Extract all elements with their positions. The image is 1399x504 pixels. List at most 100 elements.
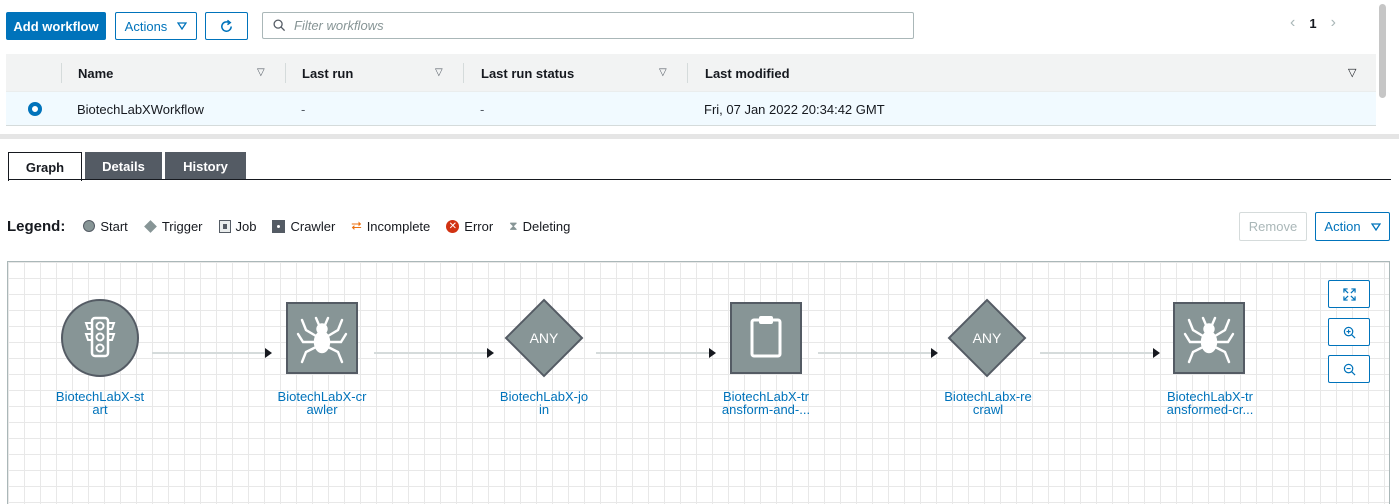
sort-icon[interactable]: ▽ (257, 67, 265, 78)
graph-edge (152, 348, 272, 358)
legend-item-crawler: Crawler (272, 219, 335, 234)
row-select-radio[interactable] (28, 102, 42, 116)
graph-node-trigger[interactable]: ANY (947, 298, 1027, 378)
pagination: ‹ 1 › (1290, 14, 1336, 32)
zoom-in-icon (1343, 326, 1355, 338)
tab-graph[interactable]: Graph (8, 152, 82, 181)
graph-node-job[interactable] (726, 298, 806, 378)
filter-workflows-search[interactable] (262, 12, 914, 39)
hourglass-icon: ⧗ (509, 218, 518, 233)
graph-node-label[interactable]: BiotechLabX-st art (45, 390, 155, 416)
column-separator (61, 63, 62, 83)
actions-dropdown-button[interactable]: Actions (115, 12, 197, 40)
legend-item-start: Start (83, 218, 128, 234)
legend-label: Incomplete (366, 218, 431, 234)
graph-node-start[interactable] (60, 298, 140, 378)
graph-node-label[interactable]: BiotechLabX-jo in (489, 390, 599, 416)
column-header-label: Last modified (705, 65, 790, 81)
error-icon: ✕ (446, 219, 460, 233)
legend-label: Error (464, 218, 494, 234)
zoom-out-icon (1343, 363, 1355, 375)
legend-item-trigger: Trigger (143, 218, 203, 234)
trigger-condition-text: ANY (529, 330, 559, 346)
next-page-icon[interactable]: › (1331, 14, 1336, 32)
spider-icon (1173, 302, 1245, 374)
action-dropdown-button[interactable]: Action (1315, 212, 1390, 241)
column-header-last-modified[interactable]: Last modified (705, 54, 790, 92)
incomplete-icon: ⮂ (351, 218, 362, 233)
graph-node-label[interactable]: BiotechLabX-tr ansformed-cr... (1155, 390, 1265, 416)
start-icon (83, 220, 96, 232)
column-header-label: Name (78, 65, 114, 81)
current-page-number[interactable]: 1 (1309, 16, 1316, 31)
trigger-icon (143, 219, 157, 233)
caret-down-icon (177, 22, 188, 30)
job-icon (218, 219, 231, 233)
graph-node-label[interactable]: BiotechLabx-re crawl (933, 390, 1043, 416)
legend-item-job: Job (218, 219, 256, 234)
legend-item-incomplete: ⮂ Incomplete (351, 218, 430, 234)
tab-underline (8, 179, 1391, 180)
spider-icon (286, 302, 358, 374)
tab-details[interactable]: Details (85, 152, 162, 180)
table-row[interactable]: BiotechLabXWorkflow - - Fri, 07 Jan 2022… (6, 92, 1376, 126)
refresh-button[interactable] (205, 12, 248, 40)
action-label: Action (1324, 219, 1361, 234)
graph-legend: Legend: Start Trigger Job Crawler ⮂ Inco… (7, 216, 586, 236)
previous-page-icon[interactable]: ‹ (1290, 14, 1295, 32)
graph-node-label[interactable]: BiotechLabX-tr ansform-and-... (711, 390, 821, 416)
crawler-icon (272, 219, 286, 233)
cell-last-modified: Fri, 07 Jan 2022 20:34:42 GMT (704, 101, 885, 117)
expand-icon (1342, 287, 1356, 301)
column-header-last-run-status[interactable]: Last run status (481, 54, 574, 92)
zoom-in-button[interactable] (1328, 318, 1370, 346)
graph-edge (818, 348, 938, 358)
column-header-name[interactable]: Name (78, 54, 113, 92)
workflow-toolbar: Add workflow Actions ‹ 1 › (0, 0, 1399, 50)
clipboard-icon (730, 302, 802, 374)
node-label-line: awler (306, 402, 338, 417)
refresh-icon (221, 19, 232, 32)
add-workflow-button[interactable]: Add workflow (6, 12, 106, 40)
legend-label: Trigger (161, 218, 203, 234)
table-header: Name ▽ Last run ▽ Last run status ▽ Last… (6, 54, 1376, 92)
remove-button[interactable]: Remove (1239, 212, 1307, 241)
cell-name: BiotechLabXWorkflow (77, 101, 204, 117)
graph-node-label[interactable]: BiotechLabX-cr awler (267, 390, 377, 416)
cell-last-run-status: - (480, 101, 485, 117)
table-scrollbar[interactable] (1379, 4, 1386, 98)
graph-node-trigger[interactable]: ANY (504, 298, 584, 378)
graph-node-crawler[interactable] (282, 298, 362, 378)
legend-label: Start (100, 218, 128, 234)
zoom-out-button[interactable] (1328, 355, 1370, 383)
column-separator (463, 63, 464, 83)
node-label-line: ansformed-cr... (1166, 402, 1254, 417)
caret-down-icon (1370, 222, 1381, 231)
column-separator (687, 63, 688, 83)
node-label-line: art (92, 402, 108, 417)
column-header-last-run[interactable]: Last run (302, 54, 353, 92)
column-header-label: Last run (302, 65, 354, 81)
filter-workflows-input[interactable] (294, 18, 894, 33)
workflows-table: Name ▽ Last run ▽ Last run status ▽ Last… (6, 54, 1376, 126)
workflow-tabs: Graph Details History (8, 152, 249, 181)
sort-icon[interactable]: ▽ (435, 67, 443, 78)
trigger-condition-text: ANY (972, 330, 1002, 346)
node-label-line: ansform-and-... (721, 402, 811, 417)
split-pane-divider[interactable] (0, 134, 1399, 139)
search-icon (273, 19, 286, 32)
legend-label: Crawler (290, 218, 336, 234)
sort-desc-icon[interactable]: ▽ (1348, 66, 1356, 79)
legend-title: Legend: (7, 217, 66, 235)
traffic-light-icon (61, 299, 139, 377)
cell-last-run: - (301, 101, 306, 117)
tab-history[interactable]: History (165, 152, 246, 180)
node-label-line: in (538, 402, 550, 417)
legend-item-deleting: ⧗ Deleting (509, 219, 570, 234)
graph-node-crawler[interactable] (1169, 298, 1249, 378)
graph-edge (1040, 348, 1160, 358)
graph-edge (374, 348, 494, 358)
column-header-label: Last run status (481, 65, 575, 81)
fit-to-screen-button[interactable] (1328, 280, 1370, 308)
sort-icon[interactable]: ▽ (659, 67, 667, 78)
